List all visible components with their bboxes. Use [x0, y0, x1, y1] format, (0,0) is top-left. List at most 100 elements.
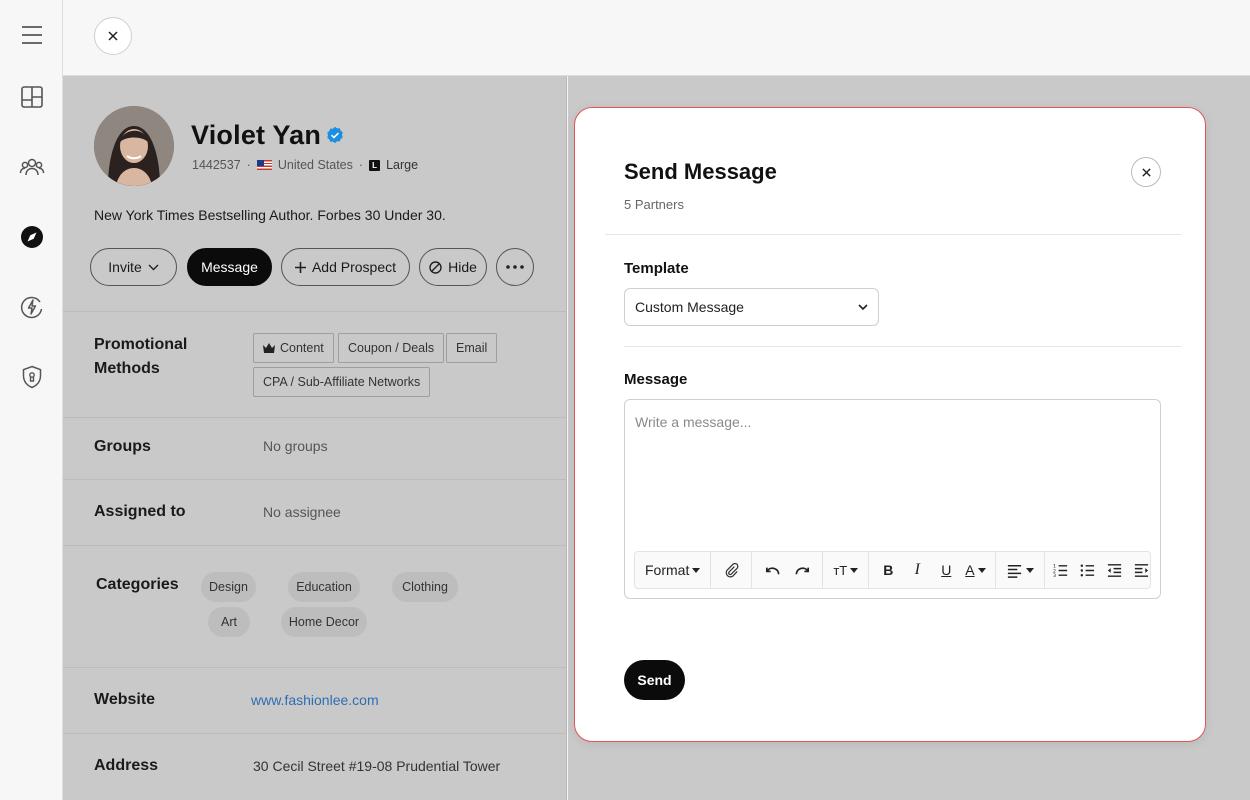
website-link[interactable]: www.fashionlee.com — [251, 692, 379, 708]
address-label: Address — [94, 757, 159, 774]
divider — [624, 346, 1181, 347]
template-label: Template — [624, 260, 689, 277]
template-selected-value: Custom Message — [635, 299, 744, 315]
us-flag-icon — [256, 160, 272, 170]
menu-icon[interactable] — [16, 19, 48, 51]
category-pill: Clothing — [392, 572, 458, 602]
assigned-value: No assignee — [263, 504, 341, 520]
message-button[interactable]: Message — [187, 248, 272, 286]
caret-down-icon — [1025, 567, 1034, 573]
categories-row: Categories Design Education Clothing Art… — [63, 545, 567, 667]
promotional-methods-row: Promotional Methods Content Coupon / Dea… — [63, 311, 567, 417]
top-bar — [63, 0, 1250, 76]
bold-button[interactable]: B — [878, 557, 898, 583]
bullet-list-icon — [1080, 564, 1095, 576]
chevron-down-icon — [148, 264, 159, 270]
redo-button[interactable] — [792, 557, 812, 583]
underline-button[interactable]: U — [936, 557, 956, 583]
category-pill: Education — [288, 572, 360, 602]
verified-badge-icon — [327, 126, 343, 144]
website-label: Website — [94, 691, 156, 708]
partner-country: United States — [277, 158, 353, 172]
partner-size: Large — [386, 158, 419, 172]
more-options-button[interactable] — [496, 248, 534, 286]
partner-profile-panel: Violet Yan 1442537 · United States · L L… — [63, 76, 567, 800]
plus-icon — [294, 261, 306, 273]
paperclip-icon — [725, 562, 739, 577]
redo-icon — [795, 566, 809, 574]
groups-row: Groups No groups — [63, 417, 567, 479]
partners-icon[interactable] — [16, 151, 48, 183]
dashboard-icon[interactable] — [16, 81, 48, 113]
caret-down-icon — [977, 567, 986, 573]
send-button[interactable]: Send — [624, 660, 685, 700]
message-label: Message — [624, 371, 688, 388]
svg-text:3: 3 — [1053, 573, 1056, 579]
divider — [605, 234, 1181, 235]
close-panel-button[interactable] — [94, 17, 132, 55]
modal-close-button[interactable] — [1131, 157, 1161, 187]
category-pill: Art — [208, 607, 250, 637]
categories-label: Categories — [96, 576, 179, 593]
close-icon — [108, 31, 118, 41]
ordered-list-icon: 123 — [1053, 563, 1068, 579]
assigned-row: Assigned to No assignee — [63, 479, 567, 545]
undo-icon — [765, 566, 780, 574]
outdent-icon — [1107, 563, 1122, 577]
security-shield-icon[interactable] — [16, 361, 48, 393]
partner-meta: 1442537 · United States · L Large — [192, 158, 419, 172]
invite-button[interactable]: Invite — [90, 248, 177, 286]
address-row: Address 30 Cecil Street #19-08 Prudentia… — [63, 733, 567, 800]
groups-value: No groups — [263, 438, 328, 454]
address-value: 30 Cecil Street #19-08 Prudential Tower — [253, 758, 501, 774]
partner-id: 1442537 — [192, 158, 241, 172]
promo-chip-content: Content — [253, 333, 334, 363]
modal-title: Send Message — [624, 159, 777, 184]
outdent-button[interactable] — [1105, 557, 1125, 583]
message-placeholder: Write a message... — [635, 414, 752, 430]
caret-down-icon — [692, 567, 701, 573]
automation-bolt-icon[interactable] — [16, 291, 48, 323]
add-prospect-button[interactable]: Add Prospect — [281, 248, 410, 286]
assigned-label: Assigned to — [94, 503, 186, 520]
indent-icon — [1134, 563, 1149, 577]
avatar — [94, 106, 174, 186]
font-size-icon: тT — [833, 562, 848, 578]
align-left-icon — [1007, 564, 1021, 578]
indent-button[interactable] — [1132, 557, 1152, 583]
sidebar — [0, 0, 63, 800]
discover-compass-icon[interactable] — [16, 221, 48, 253]
promo-chip-coupon: Coupon / Deals — [338, 333, 445, 363]
font-color-dropdown[interactable]: A — [965, 557, 986, 583]
hide-button[interactable]: Hide — [419, 248, 487, 286]
editor-toolbar: Format тT B I U A 1 2 3 — [634, 551, 1151, 589]
caret-down-icon — [850, 567, 859, 573]
category-pill: Design — [201, 572, 256, 602]
message-editor[interactable]: Write a message... Format тT B I U A 1 2… — [624, 399, 1161, 599]
align-dropdown[interactable] — [1006, 557, 1034, 583]
font-color-icon: A — [965, 562, 975, 578]
website-row: Website www.fashionlee.com — [63, 667, 567, 733]
partner-name: Violet Yan — [191, 120, 322, 150]
category-pill: Home Decor — [281, 607, 367, 637]
bullet-list-button[interactable] — [1078, 557, 1098, 583]
more-horizontal-icon — [506, 265, 524, 269]
send-message-modal: Send Message 5 Partners Template Custom … — [574, 107, 1206, 742]
ordered-list-button[interactable]: 123 — [1051, 557, 1071, 583]
italic-button[interactable]: I — [907, 557, 927, 583]
crown-icon — [263, 343, 275, 353]
partner-bio: New York Times Bestselling Author. Forbe… — [94, 207, 446, 223]
hide-icon — [429, 260, 442, 274]
close-icon — [1141, 167, 1151, 177]
font-size-dropdown[interactable]: тT — [833, 557, 859, 583]
promo-chip-cpa: CPA / Sub-Affiliate Networks — [253, 367, 431, 397]
promotional-methods-label: Promotional Methods — [94, 336, 188, 377]
size-badge-icon: L — [369, 159, 381, 171]
groups-label: Groups — [94, 438, 151, 455]
template-select[interactable]: Custom Message — [624, 288, 879, 326]
modal-subtitle: 5 Partners — [624, 197, 684, 212]
undo-button[interactable] — [762, 557, 782, 583]
attach-button[interactable] — [721, 557, 741, 583]
format-dropdown[interactable]: Format — [645, 557, 701, 583]
chevron-down-icon — [858, 303, 868, 310]
